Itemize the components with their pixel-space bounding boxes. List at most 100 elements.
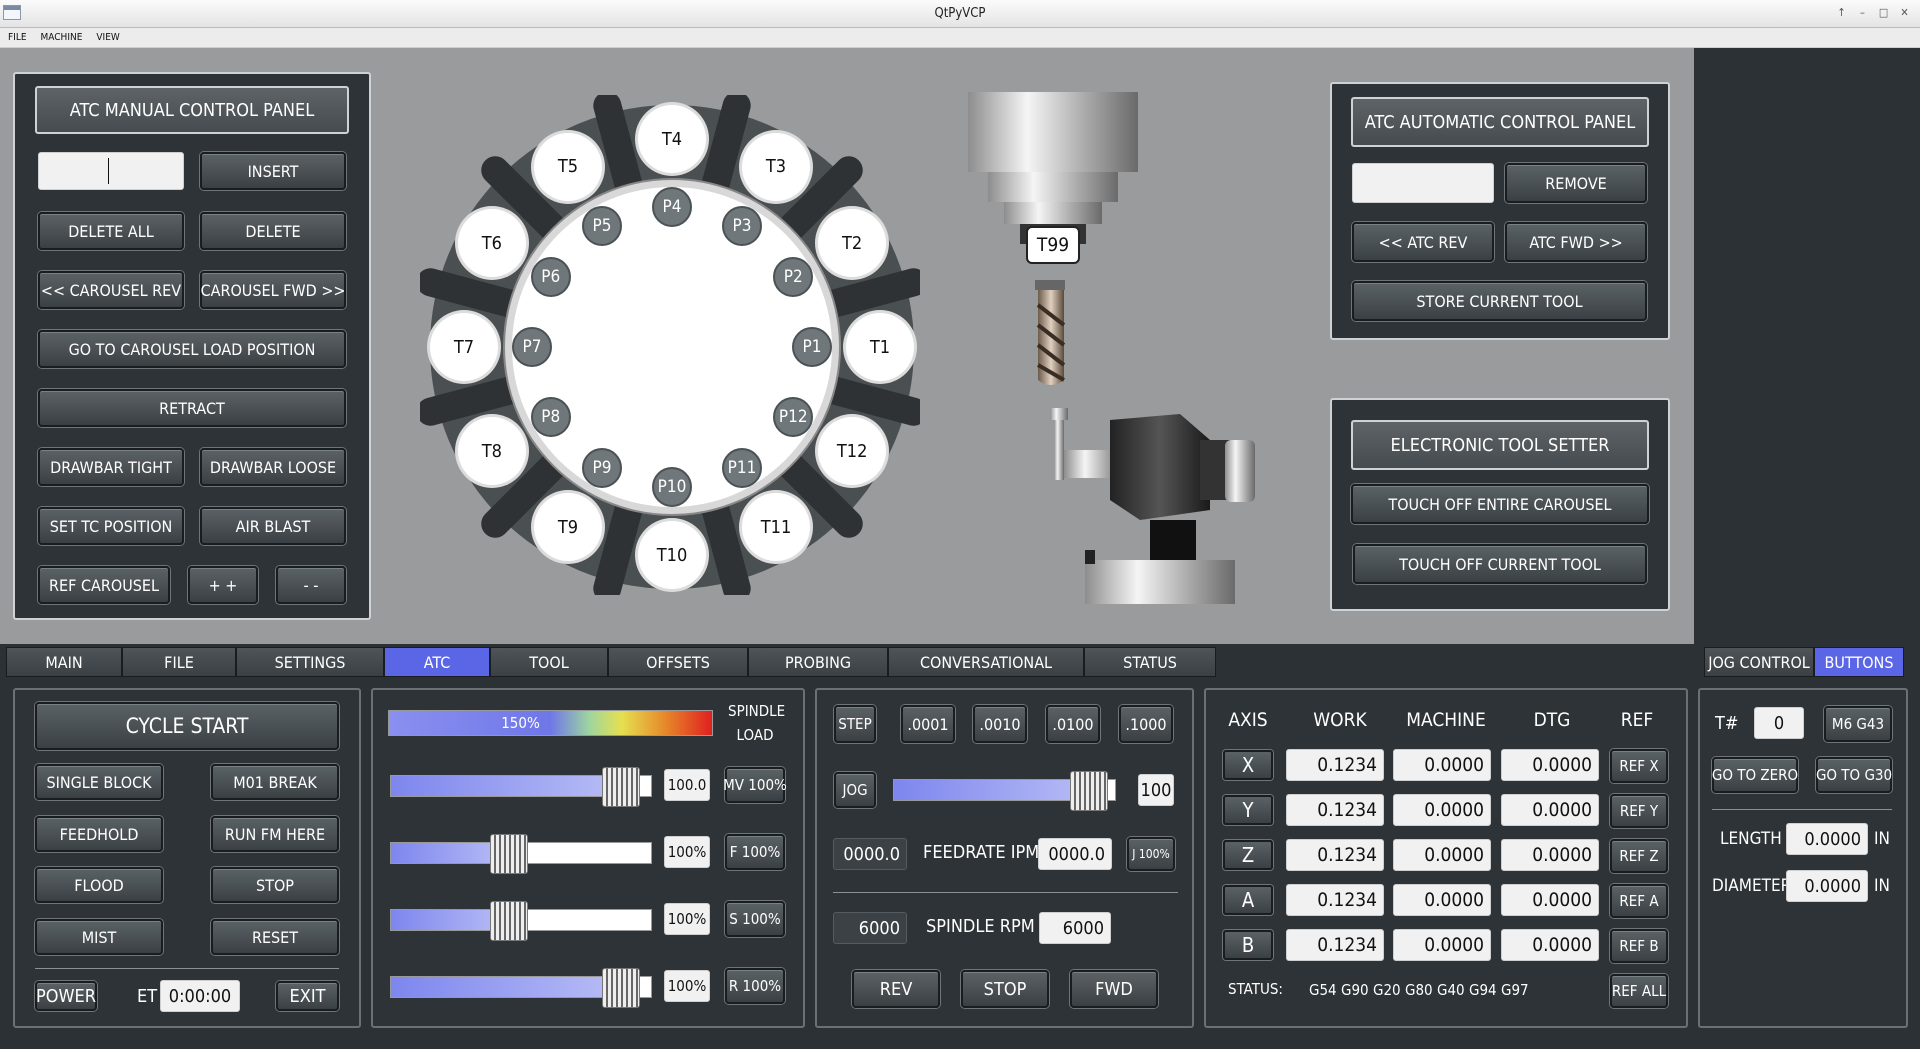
override-slider-0[interactable] xyxy=(390,767,652,807)
spindle-rpm-actual: 6000 xyxy=(833,912,907,944)
carousel-rev-button[interactable]: << CAROUSEL REV xyxy=(38,271,184,309)
tab-probing[interactable]: PROBING xyxy=(748,647,888,677)
ref-carousel-button[interactable]: REF CAROUSEL xyxy=(38,566,170,604)
jog-100-button[interactable]: J 100% xyxy=(1127,837,1175,871)
set-tc-position-button[interactable]: SET TC POSITION xyxy=(38,507,184,545)
override-slider-1[interactable] xyxy=(390,834,652,874)
tab-main[interactable]: MAIN xyxy=(6,647,122,677)
run-from-here-button[interactable]: RUN FM HERE xyxy=(211,816,339,852)
override-reset-button-3[interactable]: R 100% xyxy=(725,968,785,1004)
flood-button[interactable]: FLOOD xyxy=(35,867,163,903)
go-to-g30-button[interactable]: GO TO G30 xyxy=(1816,757,1892,793)
override-slider-2[interactable] xyxy=(390,901,652,941)
feedhold-button[interactable]: FEEDHOLD xyxy=(35,816,163,852)
override-slider-3[interactable] xyxy=(390,968,652,1008)
delete-button[interactable]: DELETE xyxy=(200,212,346,250)
spindle-fwd-button[interactable]: FWD xyxy=(1070,970,1158,1008)
stop-button[interactable]: STOP xyxy=(211,867,339,903)
tool-number-label: T# xyxy=(1715,713,1739,734)
menu-file[interactable]: FILE xyxy=(8,28,27,47)
cycle-start-button[interactable]: CYCLE START xyxy=(35,702,339,750)
m01-break-button[interactable]: M01 BREAK xyxy=(211,764,339,800)
store-current-tool-button[interactable]: STORE CURRENT TOOL xyxy=(1352,281,1647,321)
override-slider-knob[interactable] xyxy=(489,834,528,874)
step-button[interactable]: STEP xyxy=(834,705,876,743)
m6-g43-button[interactable]: M6 G43 xyxy=(1824,706,1892,742)
power-button[interactable]: POWER xyxy=(35,981,97,1011)
increment-0010-button[interactable]: .0010 xyxy=(973,705,1027,743)
window-close-icon[interactable]: ✕ xyxy=(1897,5,1912,20)
spindle-rev-button[interactable]: REV xyxy=(852,970,940,1008)
decrement-button[interactable]: - - xyxy=(276,566,346,604)
axis-y-button[interactable]: Y xyxy=(1223,795,1273,825)
carousel-fwd-button[interactable]: CAROUSEL FWD >> xyxy=(200,271,346,309)
window-maximize-icon[interactable]: □ xyxy=(1876,5,1891,20)
menu-view[interactable]: VIEW xyxy=(96,28,119,47)
tab-tool[interactable]: TOOL xyxy=(490,647,608,677)
override-slider-knob[interactable] xyxy=(602,968,641,1008)
axis-a-button[interactable]: A xyxy=(1223,885,1273,915)
touch-off-current-tool-button[interactable]: TOUCH OFF CURRENT TOOL xyxy=(1353,544,1647,584)
mist-button[interactable]: MIST xyxy=(35,919,163,955)
tab-settings[interactable]: SETTINGS xyxy=(236,647,384,677)
ref-all-button[interactable]: REF ALL xyxy=(1610,974,1668,1008)
increment-0001-button[interactable]: .0001 xyxy=(901,705,955,743)
carousel-load-position-button[interactable]: GO TO CAROUSEL LOAD POSITION xyxy=(38,330,346,368)
remove-tool-input[interactable] xyxy=(1352,163,1494,203)
atc-rev-button[interactable]: << ATC REV xyxy=(1352,222,1494,262)
increment-0100-button[interactable]: .0100 xyxy=(1046,705,1100,743)
override-reset-button-0[interactable]: MV 100% xyxy=(723,767,787,803)
increment-1000-button[interactable]: .1000 xyxy=(1119,705,1173,743)
jog-speed-slider[interactable] xyxy=(893,771,1116,811)
jog-speed-knob[interactable] xyxy=(1070,771,1109,811)
ref-a-button[interactable]: REF A xyxy=(1610,884,1668,918)
window-up-icon[interactable]: ↑ xyxy=(1834,5,1849,20)
window-minimize-icon[interactable]: – xyxy=(1855,5,1870,20)
ref-b-button[interactable]: REF B xyxy=(1610,929,1668,963)
atc-fwd-button[interactable]: ATC FWD >> xyxy=(1505,222,1647,262)
tab-atc[interactable]: ATC xyxy=(384,647,490,677)
menu-machine[interactable]: MACHINE xyxy=(41,28,83,47)
ref-z-button[interactable]: REF Z xyxy=(1610,839,1668,873)
tab-file[interactable]: FILE xyxy=(122,647,236,677)
tab-offsets[interactable]: OFFSETS xyxy=(608,647,748,677)
touch-off-carousel-button[interactable]: TOUCH OFF ENTIRE CAROUSEL xyxy=(1351,484,1649,524)
air-blast-button[interactable]: AIR BLAST xyxy=(200,507,346,545)
override-slider-knob[interactable] xyxy=(602,767,641,807)
axis-z-button[interactable]: Z xyxy=(1223,840,1273,870)
override-value-1: 100% xyxy=(664,836,710,868)
window-title: QtPyVCP xyxy=(934,6,986,21)
carousel-pocket-p11: P11 xyxy=(722,448,762,489)
title-bar: QtPyVCP ↑ – □ ✕ xyxy=(0,0,1920,28)
jog-button[interactable]: JOG xyxy=(834,772,876,808)
elapsed-time-display: 0:00:00 xyxy=(160,980,240,1012)
axis-b-button[interactable]: B xyxy=(1223,930,1273,960)
override-reset-button-2[interactable]: S 100% xyxy=(725,901,785,937)
exit-button[interactable]: EXIT xyxy=(276,981,339,1011)
remove-button[interactable]: REMOVE xyxy=(1505,163,1647,203)
drawbar-loose-button[interactable]: DRAWBAR LOOSE xyxy=(200,448,346,486)
tab-status[interactable]: STATUS xyxy=(1084,647,1216,677)
carousel-pocket-p9: P9 xyxy=(582,448,622,489)
ref-y-button[interactable]: REF Y xyxy=(1610,794,1668,828)
tool-diameter-field: 0.0000 xyxy=(1786,870,1868,902)
drawbar-tight-button[interactable]: DRAWBAR TIGHT xyxy=(38,448,184,486)
tool-number-input[interactable] xyxy=(38,152,184,190)
insert-button[interactable]: INSERT xyxy=(200,152,346,190)
tab-buttons[interactable]: BUTTONS xyxy=(1814,647,1904,677)
spindle-stop-button[interactable]: STOP xyxy=(961,970,1049,1008)
override-slider-knob[interactable] xyxy=(489,901,528,941)
tab-jog-control[interactable]: JOG CONTROL xyxy=(1704,647,1814,677)
axis-x-button[interactable]: X xyxy=(1223,750,1273,780)
single-block-button[interactable]: SINGLE BLOCK xyxy=(35,764,163,800)
retract-button[interactable]: RETRACT xyxy=(38,389,346,427)
go-to-zero-button[interactable]: GO TO ZERO xyxy=(1712,757,1798,793)
reset-button[interactable]: RESET xyxy=(211,919,339,955)
ref-x-button[interactable]: REF X xyxy=(1610,749,1668,783)
tool-number-field[interactable]: 0 xyxy=(1754,707,1804,739)
override-reset-button-1[interactable]: F 100% xyxy=(725,834,785,870)
increment-button[interactable]: + + xyxy=(188,566,258,604)
delete-all-button[interactable]: DELETE ALL xyxy=(38,212,184,250)
diameter-unit: IN xyxy=(1874,876,1890,896)
tab-conversational[interactable]: CONVERSATIONAL xyxy=(888,647,1084,677)
